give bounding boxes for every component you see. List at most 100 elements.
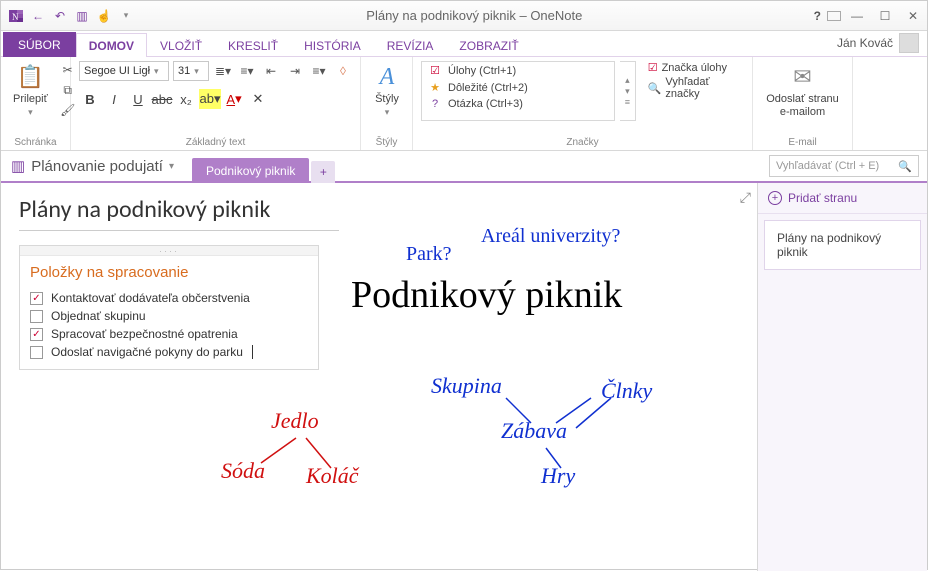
tab-history[interactable]: HISTÓRIA [291,33,374,57]
subscript-button[interactable]: x₂ [175,89,197,109]
titlebar: N ← ↶ ▥ ☝ ▾ Plány na podnikový piknik – … [1,1,927,31]
checkbox-icon[interactable] [30,292,43,305]
ribbon-tabs: SÚBOR DOMOV VLOŽIŤ KRESLIŤ HISTÓRIA REVÍ… [1,31,927,57]
todo-text: Spracovať bezpečnostné opatrenia [51,327,238,341]
gallery-up-icon[interactable]: ▴ [620,75,635,86]
gallery-more-icon[interactable]: ≡ [620,97,635,107]
search-input[interactable]: Vyhľadávať (Ctrl + E) 🔍 [769,155,919,177]
tab-review[interactable]: REVÍZIA [374,33,447,57]
todo-item[interactable]: Objednať skupinu [30,307,308,325]
section-tab-active[interactable]: Podnikový piknik [192,158,309,183]
tags-gallery[interactable]: ☑Úlohy (Ctrl+1) ★Dôležité (Ctrl+2) ?Otáz… [421,61,615,121]
search-placeholder: Vyhľadávať (Ctrl + E) [776,160,879,172]
email-icon: ✉ [789,63,817,91]
ink-heading[interactable]: Podnikový piknik [351,273,622,317]
user-name[interactable]: Ján Kováč [837,36,893,50]
styles-button[interactable]: A Štýly ▾ [369,61,405,120]
highlight-button[interactable]: ab▾ [199,89,221,109]
checkbox-icon[interactable] [30,310,43,323]
tab-view[interactable]: ZOBRAZIŤ [446,33,531,57]
ink-areal[interactable]: Areál univerzity? [481,225,620,248]
strike-button[interactable]: abc [151,89,173,109]
window-controls: — ☐ ✕ [849,8,921,24]
touch-icon[interactable]: ☝ [95,7,113,25]
todo-item[interactable]: Spracovať bezpečnostné opatrenia [30,325,308,343]
styles-label: Štýly [375,93,399,105]
font-size-value: 31 [178,65,190,77]
bullets-icon[interactable]: ≣▾ [213,62,233,80]
pages-pane: + Pridať stranu Plány na podnikový pikni… [757,183,927,571]
title-underline [19,230,339,231]
add-section-button[interactable]: + [311,161,335,183]
window-title: Plány na podnikový piknik – OneNote [135,8,814,23]
group-clipboard: 📋 Prilepiť ▾ ✂ ⧉ 🖌 Schránka [1,57,71,150]
close-icon[interactable]: ✕ [905,8,921,24]
qat-dropdown-icon[interactable]: ▾ [117,7,135,25]
find-tags-label: Vyhľadať značky [665,76,744,100]
underline-button[interactable]: U [127,89,149,109]
todo-tag-label: Značka úlohy [662,62,727,74]
checkbox-icon[interactable] [30,346,43,359]
undo-icon[interactable]: ↶ [51,7,69,25]
plus-icon: + [768,191,782,205]
font-size-combo[interactable]: 31▾ [173,61,209,81]
bold-button[interactable]: B [79,89,101,109]
ribbon-display-icon[interactable] [827,11,841,21]
avatar[interactable] [899,33,919,53]
outline-handle[interactable]: ···· [20,246,318,256]
ink-clnky[interactable]: Člnky [601,378,652,404]
font-color-button[interactable]: A▾ [223,89,245,109]
tab-insert[interactable]: VLOŽIŤ [147,33,215,57]
notebook-dropdown[interactable]: ▥ Plánovanie podujatí ▾ [1,151,184,181]
indent-icon[interactable]: ⇥ [285,62,305,80]
text-cursor [252,345,253,359]
add-page-button[interactable]: + Pridať stranu [758,183,927,214]
italic-button[interactable]: I [103,89,125,109]
ink-zabava[interactable]: Zábava [501,418,567,444]
paste-button[interactable]: 📋 Prilepiť ▾ [9,61,52,120]
tab-home[interactable]: DOMOV [76,33,147,57]
ink-skupina[interactable]: Skupina [431,373,502,399]
dock-icon[interactable]: ▥ [73,7,91,25]
checkbox-icon[interactable] [30,328,43,341]
ink-jedlo[interactable]: Jedlo [271,408,319,434]
group-font: Segoe UI Ligł▾ 31▾ ≣▾ ≡▾ ⇤ ⇥ ≡▾ ◊ B I U … [71,57,361,150]
align-icon[interactable]: ≡▾ [309,62,329,80]
ink-hry[interactable]: Hry [541,463,575,489]
page-list-item[interactable]: Plány na podnikový piknik [764,220,921,270]
clear-button[interactable]: ✕ [247,89,269,109]
expand-icon[interactable]: ⤢ [740,189,751,206]
ink-kolac[interactable]: Koláč [306,463,359,489]
outline-title[interactable]: Položky na spracovanie [30,264,308,281]
page-title[interactable]: Plány na podnikový piknik [19,195,739,224]
minimize-icon[interactable]: — [849,8,865,24]
email-page-button[interactable]: ✉ Odoslať stranu e-mailom [761,61,844,121]
onenote-logo-icon: N [7,7,25,25]
page-canvas[interactable]: ⤢ Plány na podnikový piknik ···· Položky… [1,183,757,571]
todo-item[interactable]: Kontaktovať dodávateľa občerstvenia [30,289,308,307]
clear-format-icon[interactable]: ◊ [333,62,353,80]
group-label-styles: Štýly [369,135,404,148]
gallery-down-icon[interactable]: ▾ [620,86,635,97]
tag-item-todo[interactable]: ☑Úlohy (Ctrl+1) [422,62,614,79]
tag-item-question[interactable]: ?Otázka (Ctrl+3) [422,96,614,112]
todo-item[interactable]: Odoslať navigačné pokyny do parku [30,343,308,361]
tag-label: Dôležité (Ctrl+2) [448,82,528,94]
find-tags-button[interactable]: 🔍Vyhľadať značky [648,76,744,100]
ribbon: 📋 Prilepiť ▾ ✂ ⧉ 🖌 Schránka Segoe UI Lig… [1,57,927,151]
note-outline[interactable]: ···· Položky na spracovanie Kontaktovať … [19,245,319,370]
user-area[interactable]: ? [814,9,841,23]
numbering-icon[interactable]: ≡▾ [237,62,257,80]
tab-draw[interactable]: KRESLIŤ [215,33,291,57]
outdent-icon[interactable]: ⇤ [261,62,281,80]
todo-tag-button[interactable]: ☑Značka úlohy [648,61,744,74]
font-name-combo[interactable]: Segoe UI Ligł▾ [79,61,169,81]
notebook-name: Plánovanie podujatí [31,158,163,175]
help-icon[interactable]: ? [814,9,821,23]
maximize-icon[interactable]: ☐ [877,8,893,24]
ink-park[interactable]: Park? [406,243,452,266]
tag-item-important[interactable]: ★Dôležité (Ctrl+2) [422,79,614,96]
back-icon[interactable]: ← [29,7,47,25]
ink-soda[interactable]: Sóda [221,458,265,484]
tab-file[interactable]: SÚBOR [3,32,76,57]
